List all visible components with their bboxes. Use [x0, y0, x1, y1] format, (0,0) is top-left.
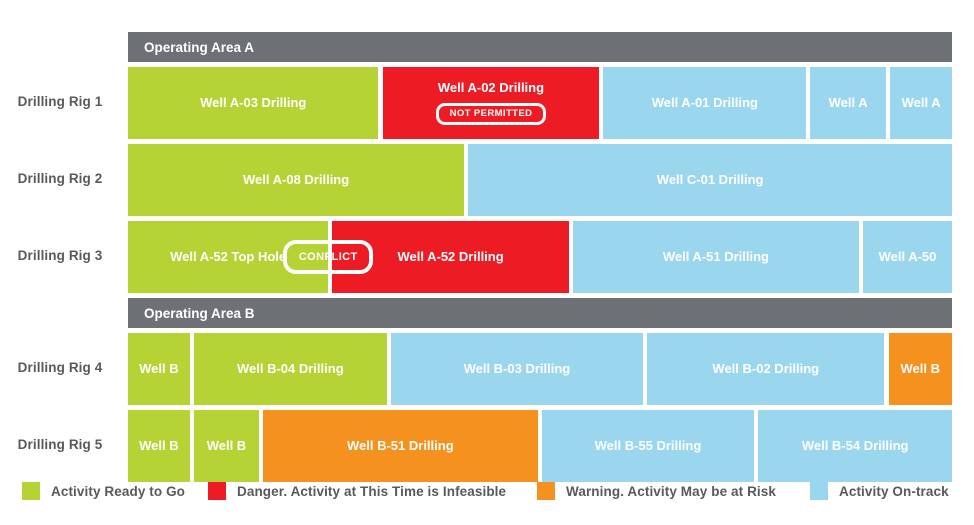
- activity-bar[interactable]: Well C-01 Drilling: [468, 144, 952, 216]
- activity-bar-label: Well C-01 Drilling: [656, 171, 764, 187]
- legend: Activity Ready to Go Danger. Activity at …: [0, 474, 974, 508]
- drilling-schedule-chart: Operating Area A Drilling Rig 1 Well A-03 …: [0, 0, 974, 525]
- activity-bar-label: Well B-55 Drilling: [594, 437, 702, 453]
- operating-area-band: Operating Area A: [128, 32, 952, 62]
- activity-bar-label: Well A-03 Drilling: [200, 94, 307, 110]
- activity-bar-label: Well B-51 Drilling: [346, 437, 454, 453]
- activity-bar-label: Well B-54 Drilling: [801, 437, 909, 453]
- legend-label: Danger. Activity at This Time is Infeasi…: [237, 483, 507, 499]
- legend-item-ontrack[interactable]: Activity On-track: [810, 482, 949, 500]
- activity-bar-label: Well B-03 Drilling: [463, 360, 571, 376]
- legend-label: Activity Ready to Go: [51, 483, 186, 499]
- activity-bar-label: Well A-08 Drilling: [243, 171, 350, 187]
- activity-bar-label: Well A-01 Drilling: [651, 94, 758, 110]
- activity-bar-label: Well B: [139, 360, 179, 376]
- activity-bar[interactable]: Well A-02 Drilling NOT PERMITTED: [382, 67, 600, 139]
- activity-bar[interactable]: Well B: [888, 333, 952, 405]
- activity-bar-label: Well A-52 Drilling: [397, 248, 504, 264]
- row-label-drilling-rig-5: Drilling Rig 5: [17, 437, 103, 452]
- activity-bar-label: Well A-52 Top Hole: [170, 248, 287, 264]
- legend-item-warning[interactable]: Warning. Activity May be at Risk: [537, 482, 776, 500]
- legend-item-ready[interactable]: Activity Ready to Go: [22, 482, 185, 500]
- activity-bar[interactable]: Well A-51 Drilling: [572, 221, 859, 293]
- activity-bar[interactable]: Well B-54 Drilling: [758, 410, 952, 482]
- activity-bar[interactable]: Well A-50: [863, 221, 952, 293]
- activity-bar[interactable]: Well B: [193, 410, 259, 482]
- activity-bar[interactable]: Well A-03 Drilling: [128, 67, 379, 139]
- activity-bar[interactable]: Well A-08 Drilling: [128, 144, 465, 216]
- activity-bar-label: Well A-02 Drilling: [437, 80, 545, 95]
- activity-bar[interactable]: Well B-55 Drilling: [541, 410, 755, 482]
- activity-bar[interactable]: Well A-01 Drilling: [603, 67, 807, 139]
- activity-bar-label: Well A: [828, 94, 868, 110]
- activity-bar[interactable]: Well B: [128, 333, 190, 405]
- operating-area-label: Operating Area A: [144, 39, 255, 55]
- legend-label: Activity On-track: [839, 483, 949, 499]
- legend-label: Warning. Activity May be at Risk: [566, 483, 776, 499]
- legend-item-danger[interactable]: Danger. Activity at This Time is Infeasi…: [208, 482, 506, 500]
- row-label-drilling-rig-2: Drilling Rig 2: [17, 171, 103, 186]
- activity-bar[interactable]: Well B-51 Drilling: [263, 410, 538, 482]
- activity-bar-label: Well A-51 Drilling: [662, 248, 769, 264]
- activity-bar-label: Well B: [206, 437, 247, 453]
- activity-bar-label: Well A-50: [878, 248, 937, 264]
- activity-bar-label: Well B: [139, 437, 179, 453]
- legend-swatch-ontrack: [810, 482, 828, 500]
- operating-area-label: Operating Area B: [144, 305, 255, 321]
- row-label-drilling-rig-3: Drilling Rig 3: [17, 248, 103, 263]
- row-label-drilling-rig-1: Drilling Rig 1: [17, 94, 103, 109]
- legend-swatch-warning: [537, 482, 555, 500]
- row-label-drilling-rig-4: Drilling Rig 4: [17, 360, 103, 375]
- legend-swatch-danger: [208, 482, 226, 500]
- activity-bar[interactable]: Well B: [128, 410, 190, 482]
- legend-swatch-ready: [22, 482, 40, 500]
- activity-bar-label: Well B: [900, 360, 941, 376]
- conflict-badge: CONFLICT: [283, 240, 374, 274]
- operating-area-band: Operating Area B: [128, 298, 952, 328]
- activity-bar[interactable]: Well A: [810, 67, 887, 139]
- activity-bar-label: Well B-04 Drilling: [236, 360, 344, 376]
- activity-bar[interactable]: Well B-04 Drilling: [193, 333, 387, 405]
- activity-bar-label: Well A: [901, 94, 941, 110]
- activity-bar[interactable]: Well B-02 Drilling: [647, 333, 885, 405]
- not-permitted-badge: NOT PERMITTED: [435, 102, 547, 125]
- activity-bar[interactable]: Well A: [890, 67, 952, 139]
- activity-bar[interactable]: Well B-03 Drilling: [390, 333, 643, 405]
- activity-bar-label: Well B-02 Drilling: [712, 360, 820, 376]
